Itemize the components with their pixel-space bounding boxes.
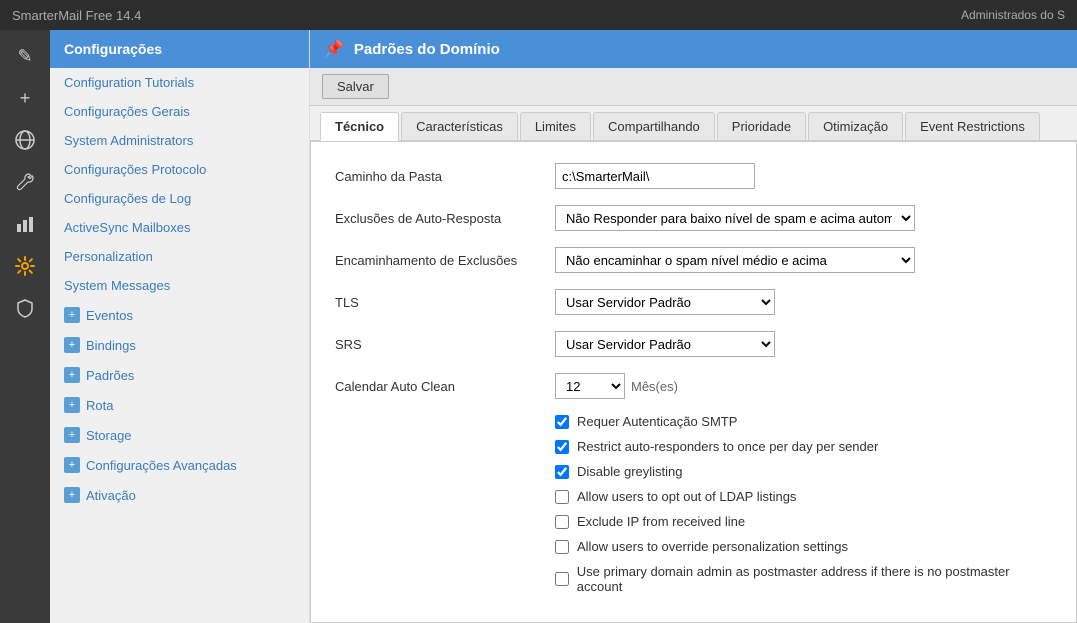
expand-avancadas-icon: + (64, 457, 80, 473)
content-header: 📌 Padrões do Domínio (310, 30, 1077, 68)
sidebar-item-configuracoes-gerais[interactable]: Configurações Gerais (50, 97, 309, 126)
form-row-tls: TLS Usar Servidor Padrão (335, 288, 1052, 316)
form-row-srs: SRS Usar Servidor Padrão (335, 330, 1052, 358)
icon-rail: ✎ + (0, 30, 50, 623)
select-encaminhamento[interactable]: Não encaminhar o spam nível médio e acim… (555, 247, 915, 273)
form-row-exclusoes-auto: Exclusões de Auto-Resposta Não Responder… (335, 204, 1052, 232)
calendar-unit-label: Mês(es) (631, 379, 678, 394)
compose-icon[interactable]: ✎ (5, 38, 45, 74)
sidebar-item-configuration-tutorials[interactable]: Configuration Tutorials (50, 68, 309, 97)
tab-tecnico[interactable]: Técnico (320, 112, 399, 141)
checkbox-row-exclude-ip: Exclude IP from received line (335, 514, 1052, 529)
checkbox-row-postmaster: Use primary domain admin as postmaster a… (335, 564, 1052, 594)
checkbox-label-postmaster[interactable]: Use primary domain admin as postmaster a… (577, 564, 1052, 594)
checkbox-label-exclude-ip[interactable]: Exclude IP from received line (577, 514, 745, 529)
checkbox-auto-responders[interactable] (555, 440, 569, 454)
tab-compartilhando[interactable]: Compartilhando (593, 112, 715, 140)
checkbox-greylisting[interactable] (555, 465, 569, 479)
label-exclusoes-auto: Exclusões de Auto-Resposta (335, 211, 555, 226)
label-srs: SRS (335, 337, 555, 352)
gear-icon[interactable] (5, 248, 45, 284)
compose-add-icon[interactable]: + (5, 80, 45, 116)
expand-ativacao-icon: + (64, 487, 80, 503)
top-bar: SmarterMail Free 14.4 Administrados do S (0, 0, 1077, 30)
sidebar-item-padroes[interactable]: + Padrões (50, 360, 309, 390)
expand-padroes-icon: + (64, 367, 80, 383)
tab-event-restrictions[interactable]: Event Restrictions (905, 112, 1040, 140)
select-srs[interactable]: Usar Servidor Padrão (555, 331, 775, 357)
sidebar-item-configuracoes-protocolo[interactable]: Configurações Protocolo (50, 155, 309, 184)
admin-label: Administrados do S (961, 8, 1065, 22)
pin-icon: 📌 (324, 39, 344, 59)
label-calendar-clean: Calendar Auto Clean (335, 379, 555, 394)
save-button[interactable]: Salvar (322, 74, 389, 99)
sidebar-item-ativacao[interactable]: + Ativação (50, 480, 309, 510)
control-encaminhamento: Não encaminhar o spam nível médio e acim… (555, 247, 1052, 273)
form-row-calendar-clean: Calendar Auto Clean 12 1 6 24 Mês(es) (335, 372, 1052, 400)
tab-prioridade[interactable]: Prioridade (717, 112, 806, 140)
shield-icon[interactable] (5, 290, 45, 326)
checkbox-label-personalization[interactable]: Allow users to override personalization … (577, 539, 848, 554)
content-title: Padrões do Domínio (354, 41, 500, 58)
expand-storage-icon: + (64, 427, 80, 443)
sidebar: Configurações Configuration Tutorials Co… (50, 30, 310, 623)
content-area: 📌 Padrões do Domínio Salvar Técnico Cara… (310, 30, 1077, 623)
control-srs: Usar Servidor Padrão (555, 331, 1052, 357)
sidebar-item-system-messages[interactable]: System Messages (50, 271, 309, 300)
checkbox-smtp[interactable] (555, 415, 569, 429)
label-tls: TLS (335, 295, 555, 310)
sidebar-item-personalization[interactable]: Personalization (50, 242, 309, 271)
checkbox-label-auto-responders[interactable]: Restrict auto-responders to once per day… (577, 439, 878, 454)
expand-bindings-icon: + (64, 337, 80, 353)
main-layout: ✎ + Configurações Configuration Tutorial… (0, 30, 1077, 623)
sidebar-item-configuracoes-log[interactable]: Configurações de Log (50, 184, 309, 213)
action-bar: Salvar (310, 68, 1077, 106)
bar-chart-icon[interactable] (5, 206, 45, 242)
form-row-encaminhamento: Encaminhamento de Exclusões Não encaminh… (335, 246, 1052, 274)
control-exclusoes-auto: Não Responder para baixo nível de spam e… (555, 205, 1052, 231)
calendar-clean-control: 12 1 6 24 Mês(es) (555, 373, 678, 399)
form-row-caminho: Caminho da Pasta (335, 162, 1052, 190)
globe-icon[interactable] (5, 122, 45, 158)
select-exclusoes-auto[interactable]: Não Responder para baixo nível de spam e… (555, 205, 915, 231)
sidebar-item-eventos[interactable]: + Eventos (50, 300, 309, 330)
control-calendar-clean: 12 1 6 24 Mês(es) (555, 373, 1052, 399)
app-title: SmarterMail Free 14.4 (12, 8, 141, 23)
checkbox-row-ldap: Allow users to opt out of LDAP listings (335, 489, 1052, 504)
checkbox-exclude-ip[interactable] (555, 515, 569, 529)
sidebar-item-rota[interactable]: + Rota (50, 390, 309, 420)
sidebar-item-bindings[interactable]: + Bindings (50, 330, 309, 360)
wrench-icon[interactable] (5, 164, 45, 200)
sidebar-item-activesync[interactable]: ActiveSync Mailboxes (50, 213, 309, 242)
input-caminho[interactable] (555, 163, 755, 189)
checkbox-row-greylisting: Disable greylisting (335, 464, 1052, 479)
label-encaminhamento: Encaminhamento de Exclusões (335, 253, 555, 268)
sidebar-item-system-administrators[interactable]: System Administrators (50, 126, 309, 155)
checkbox-label-ldap[interactable]: Allow users to opt out of LDAP listings (577, 489, 796, 504)
checkbox-row-personalization: Allow users to override personalization … (335, 539, 1052, 554)
form-area: Caminho da Pasta Exclusões de Auto-Respo… (310, 141, 1077, 623)
checkbox-personalization[interactable] (555, 540, 569, 554)
label-caminho: Caminho da Pasta (335, 169, 555, 184)
control-tls: Usar Servidor Padrão (555, 289, 1052, 315)
tab-caracteristicas[interactable]: Características (401, 112, 518, 140)
checkbox-row-smtp: Requer Autenticação SMTP (335, 414, 1052, 429)
expand-eventos-icon: + (64, 307, 80, 323)
expand-rota-icon: + (64, 397, 80, 413)
tabs-row: Técnico Características Limites Comparti… (310, 106, 1077, 141)
checkbox-postmaster[interactable] (555, 572, 569, 586)
control-caminho (555, 163, 1052, 189)
select-calendar-number[interactable]: 12 1 6 24 (555, 373, 625, 399)
sidebar-item-configuracoes-avancadas[interactable]: + Configurações Avançadas (50, 450, 309, 480)
sidebar-item-storage[interactable]: + Storage (50, 420, 309, 450)
sidebar-header: Configurações (50, 30, 309, 68)
tab-limites[interactable]: Limites (520, 112, 591, 140)
select-tls[interactable]: Usar Servidor Padrão (555, 289, 775, 315)
checkbox-label-greylisting[interactable]: Disable greylisting (577, 464, 683, 479)
checkbox-row-auto-responders: Restrict auto-responders to once per day… (335, 439, 1052, 454)
checkbox-label-smtp[interactable]: Requer Autenticação SMTP (577, 414, 737, 429)
tab-otimizacao[interactable]: Otimização (808, 112, 903, 140)
checkbox-ldap[interactable] (555, 490, 569, 504)
